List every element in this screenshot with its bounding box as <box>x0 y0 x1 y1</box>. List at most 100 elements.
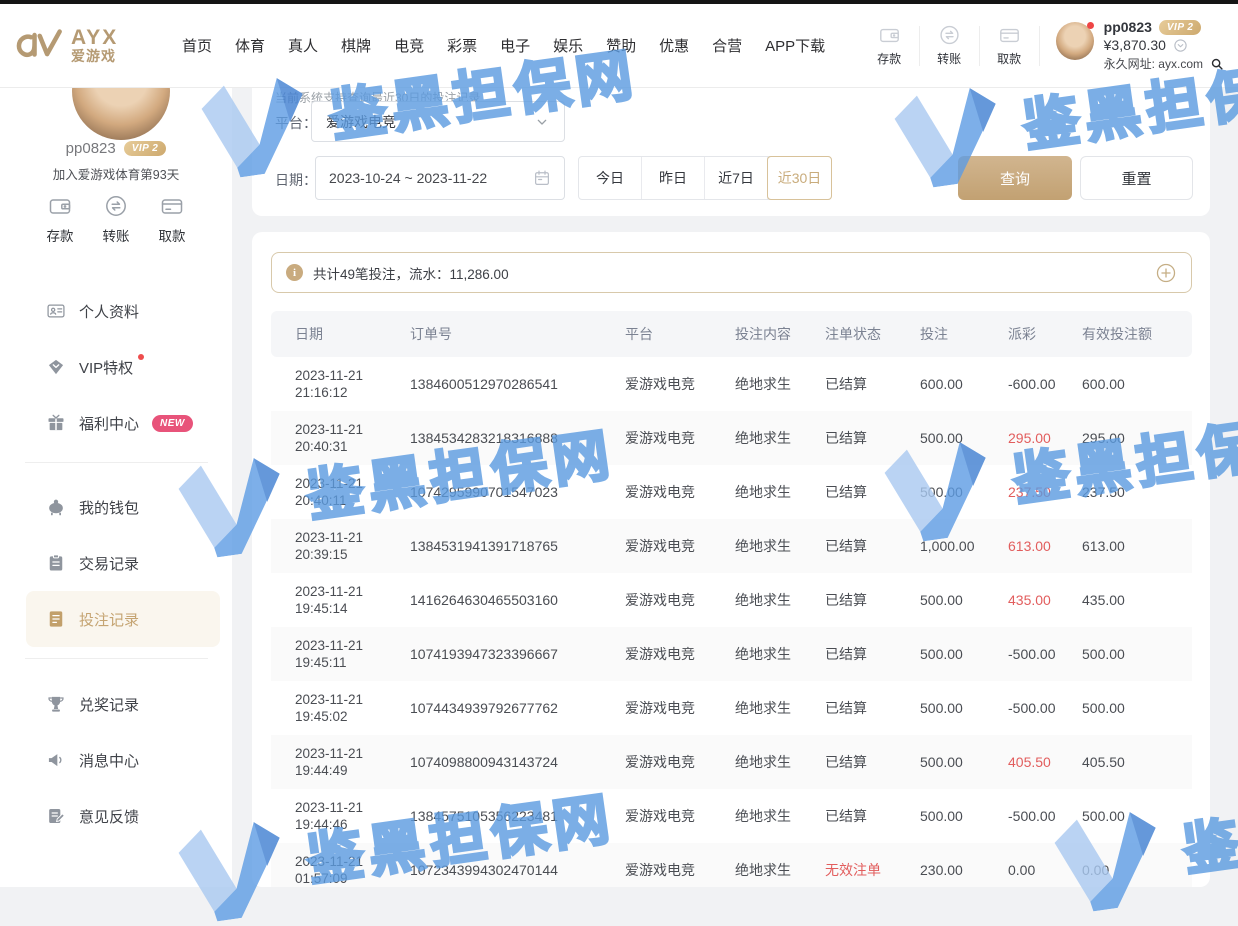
plus-circle-icon[interactable] <box>1155 262 1177 284</box>
sidebar-item-welfare[interactable]: 福利中心NEW <box>26 395 220 451</box>
date-label: 日期： <box>275 170 317 190</box>
sidebar-item-bet-records[interactable]: 投注记录 <box>26 591 220 647</box>
cell-status: 无效注单 <box>825 860 920 880</box>
cell-status: 已结算 <box>825 374 920 394</box>
range-button-1[interactable]: 昨日 <box>642 157 705 199</box>
brand-logo[interactable]: AYX 爱游戏 <box>12 27 172 64</box>
table-row: 2023-11-2121:16:121384600512970286541爱游戏… <box>271 357 1192 411</box>
sidebar-item-wallet[interactable]: 我的钱包 <box>26 479 220 535</box>
nav-item-7[interactable]: 娱乐 <box>553 35 583 56</box>
nav-item-9[interactable]: 优惠 <box>659 35 689 56</box>
nav-item-10[interactable]: 合营 <box>712 35 742 56</box>
cell-bet: 500.00 <box>920 754 1008 770</box>
nav-item-3[interactable]: 棋牌 <box>341 35 371 56</box>
sidebar-item-profile[interactable]: 个人资料 <box>26 283 220 339</box>
header-action-deposit[interactable]: 存款 <box>860 24 919 67</box>
cell-status: 已结算 <box>825 590 920 610</box>
cell-platform: 爱游戏电竞 <box>625 860 735 880</box>
nav-item-5[interactable]: 彩票 <box>447 35 477 56</box>
cell-valid: 613.00 <box>1082 538 1192 554</box>
column-header-4: 注单状态 <box>825 324 920 344</box>
platform-select[interactable]: 爱游戏电竞 <box>311 101 565 142</box>
sidebar-item-vip[interactable]: VIP特权 <box>26 339 220 395</box>
cell-date: 2023-11-2120:39:15 <box>295 529 410 563</box>
sidebar-action-deposit[interactable]: 存款 <box>46 194 74 245</box>
sidebar-action-transfer[interactable]: 转账 <box>102 194 130 245</box>
column-header-2: 平台 <box>625 324 735 344</box>
transfer-icon <box>937 24 962 46</box>
table-row: 2023-11-2119:45:021074434939792677762爱游戏… <box>271 681 1192 735</box>
cell-platform: 爱游戏电竞 <box>625 644 735 664</box>
cell-bet: 500.00 <box>920 808 1008 824</box>
nav-item-6[interactable]: 电子 <box>500 35 530 56</box>
cell-order: 1416264630465503160 <box>410 592 625 608</box>
table-row: 2023-11-2119:45:111074193947323396667爱游戏… <box>271 627 1192 681</box>
clipboard-icon <box>46 553 66 573</box>
cell-valid: 500.00 <box>1082 646 1192 662</box>
sidebar-menu-group-3: 兑奖记录消息中心意见反馈 <box>0 676 232 844</box>
sidebar-item-messages[interactable]: 消息中心 <box>26 732 220 788</box>
cell-date: 2023-11-2119:44:46 <box>295 799 410 833</box>
cell-order: 1384531941391718765 <box>410 538 625 554</box>
sidebar: pp0823 VIP 2 加入爱游戏体育第93天 存款转账取款 个人资料VIP特… <box>0 88 232 887</box>
column-header-7: 有效投注额 <box>1082 324 1192 344</box>
cell-bet: 500.00 <box>920 592 1008 608</box>
column-header-1: 订单号 <box>410 324 625 344</box>
range-button-3[interactable]: 近30日 <box>767 156 832 200</box>
date-range-input[interactable]: 2023-10-24 ~ 2023-11-22 <box>315 156 565 200</box>
table-row: 2023-11-2120:40:111074295990701547023爱游戏… <box>271 465 1192 519</box>
header-action-withdraw[interactable]: 取款 <box>980 24 1039 67</box>
sidebar-menu-group-1: 个人资料VIP特权福利中心NEW <box>0 283 232 451</box>
nav-item-11[interactable]: APP下载 <box>765 35 825 56</box>
range-button-0[interactable]: 今日 <box>579 157 642 199</box>
cell-payout: 0.00 <box>1008 862 1082 878</box>
nav-item-1[interactable]: 体育 <box>235 35 265 56</box>
platform-select-value: 爱游戏电竞 <box>326 112 396 132</box>
cell-valid: 500.00 <box>1082 700 1192 716</box>
header: AYX 爱游戏 首页 体育 真人 棋牌 电竞 彩票 电子 娱乐 赞助 优惠 合营 APP下载 存款转账… <box>0 4 1238 88</box>
card-icon <box>158 194 186 218</box>
cell-status: 已结算 <box>825 536 920 556</box>
cell-platform: 爱游戏电竞 <box>625 482 735 502</box>
header-action-transfer[interactable]: 转账 <box>920 24 979 67</box>
sidebar-item-feedback[interactable]: 意见反馈 <box>26 788 220 844</box>
summary-text: 共计49笔投注，流水：11,286.00 <box>313 263 509 283</box>
nav-item-2[interactable]: 真人 <box>288 35 318 56</box>
column-header-6: 派彩 <box>1008 324 1082 344</box>
notification-dot <box>138 354 144 360</box>
range-button-2[interactable]: 近7日 <box>705 157 768 199</box>
cell-date: 2023-11-2119:45:11 <box>295 637 410 671</box>
nav-item-4[interactable]: 电竞 <box>394 35 424 56</box>
nav-item-8[interactable]: 赞助 <box>606 35 636 56</box>
cell-payout: -500.00 <box>1008 700 1082 716</box>
cell-order: 1074295990701547023 <box>410 484 625 500</box>
cell-valid: 500.00 <box>1082 808 1192 824</box>
cell-valid: 0.00 <box>1082 862 1192 878</box>
cell-payout: 405.50 <box>1008 754 1082 770</box>
nav-item-0[interactable]: 首页 <box>182 35 212 56</box>
sidebar-item-prizes[interactable]: 兑奖记录 <box>26 676 220 732</box>
card-icon <box>997 24 1022 46</box>
cell-content: 绝地求生 <box>735 590 825 610</box>
sidebar-action-withdraw[interactable]: 取款 <box>158 194 186 245</box>
wallet-icon <box>877 24 902 46</box>
sidebar-item-transactions[interactable]: 交易记录 <box>26 535 220 591</box>
info-icon: i <box>286 264 303 281</box>
profile-vip-badge: VIP 2 <box>124 141 167 156</box>
filter-panel: 当前系统支持查询最近30日的投注记录 平台： 爱游戏电竞 日期： 2023-10… <box>252 88 1210 216</box>
cell-valid: 405.50 <box>1082 754 1192 770</box>
reset-button[interactable]: 重置 <box>1080 156 1193 200</box>
vip-diamond-icon <box>46 357 66 377</box>
cell-content: 绝地求生 <box>735 374 825 394</box>
refresh-balance-icon[interactable] <box>1173 38 1188 53</box>
quick-range-group: 今日昨日近7日近30日 <box>578 156 832 200</box>
cell-payout: 435.00 <box>1008 592 1082 608</box>
avatar[interactable] <box>1056 22 1094 60</box>
cell-date: 2023-11-2119:45:02 <box>295 691 410 725</box>
search-icon[interactable] <box>1210 57 1224 71</box>
cell-content: 绝地求生 <box>735 482 825 502</box>
cell-status: 已结算 <box>825 644 920 664</box>
cell-payout: 295.00 <box>1008 430 1082 446</box>
search-button[interactable]: 查询 <box>958 156 1072 200</box>
cell-platform: 爱游戏电竞 <box>625 752 735 772</box>
